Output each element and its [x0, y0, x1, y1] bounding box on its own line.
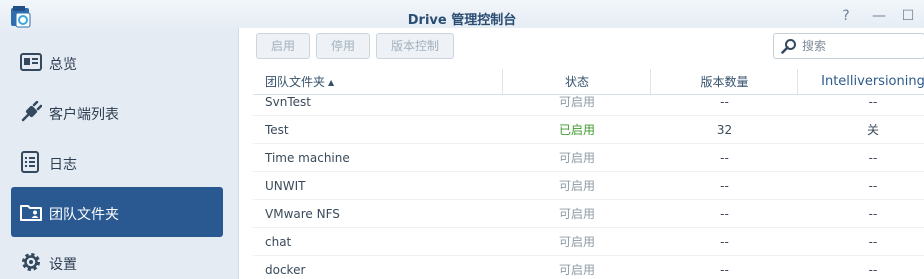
table-row[interactable]: chat 可启用 -- --: [253, 228, 924, 256]
column-header-team-folder[interactable]: 团队文件夹 ▲: [265, 69, 334, 95]
cell-intelliversioning: --: [868, 207, 878, 221]
cell-version-count: --: [720, 151, 729, 165]
cell-folder-name: Test: [265, 123, 289, 137]
team-folder-icon: [20, 205, 42, 221]
sidebar-item-settings[interactable]: 设置: [11, 237, 223, 279]
overview-card-icon: [20, 53, 42, 71]
cell-intelliversioning: --: [868, 179, 878, 193]
cell-status: 可启用: [558, 207, 595, 221]
cell-intelliversioning: 关: [866, 123, 879, 137]
sidebar-item-label: 团队文件夹: [49, 207, 119, 223]
cell-status: 可启用: [558, 179, 595, 193]
cell-status: 可启用: [558, 235, 595, 249]
sidebar-item-overview[interactable]: 总览: [11, 37, 223, 87]
version-control-button[interactable]: 版本控制: [376, 33, 454, 59]
sidebar-item-client-list[interactable]: 客户端列表: [11, 87, 223, 137]
maximize-icon[interactable]: ☐: [898, 6, 918, 26]
cell-intelliversioning: --: [868, 235, 878, 249]
window-title: Drive 管理控制台: [407, 13, 517, 28]
cell-version-count: --: [720, 207, 729, 221]
table-row[interactable]: VMware NFS 可启用 -- --: [253, 200, 924, 228]
cell-intelliversioning: --: [868, 95, 878, 109]
sidebar-item-log[interactable]: 日志: [11, 137, 223, 187]
sort-ascending-icon: ▲: [328, 78, 335, 87]
minimize-icon[interactable]: —: [869, 6, 889, 26]
cell-intelliversioning: --: [868, 151, 878, 165]
cell-status: 可启用: [558, 151, 595, 165]
cell-version-count: --: [720, 235, 729, 249]
sidebar-item-label: 总览: [49, 57, 77, 73]
cell-version-count: --: [720, 179, 729, 193]
column-header-intelliversioning[interactable]: Intelliversioning: [798, 69, 924, 95]
cell-version-count: --: [720, 95, 729, 109]
sidebar-item-label: 日志: [49, 157, 77, 173]
cell-folder-name: VMware NFS: [265, 207, 340, 221]
cell-folder-name: docker: [265, 263, 306, 277]
cell-intelliversioning: --: [868, 263, 878, 277]
cell-folder-name: SvnTest: [265, 95, 311, 109]
sidebar: 总览 客户端列表 日志 团队文件夹 设置: [0, 34, 236, 279]
sidebar-item-label: 客户端列表: [49, 107, 119, 123]
table-row[interactable]: docker 可启用 -- --: [253, 256, 924, 279]
column-header-label: 团队文件夹: [265, 75, 326, 89]
cell-version-count: --: [720, 263, 729, 277]
search-box[interactable]: [773, 33, 924, 59]
enable-button[interactable]: 启用: [256, 33, 310, 59]
table-row[interactable]: SvnTest 可启用 -- --: [253, 95, 924, 116]
main-panel: 启用 停用 版本控制 团队文件夹▲ 状态 版本数量 Intelliversion…: [238, 28, 924, 279]
table-row[interactable]: Test 已启用 32 关: [253, 116, 924, 144]
cell-status: 已启用: [558, 123, 595, 137]
help-icon[interactable]: ?: [836, 6, 856, 26]
sidebar-item-team-folder[interactable]: 团队文件夹: [11, 187, 223, 237]
cell-status: 可启用: [558, 95, 595, 109]
cell-folder-name: Time machine: [265, 151, 350, 165]
cell-folder-name: chat: [265, 235, 292, 249]
log-list-icon: [21, 151, 39, 173]
table-header: 团队文件夹 ▲ 状态 版本数量 Intelliversioning: [253, 69, 924, 95]
table-row[interactable]: UNWIT 可启用 -- --: [253, 172, 924, 200]
disable-button[interactable]: 停用: [316, 33, 370, 59]
column-header-status[interactable]: 状态: [503, 69, 651, 95]
table-row[interactable]: Time machine 可启用 -- --: [253, 144, 924, 172]
search-input[interactable]: [802, 37, 920, 55]
gear-icon: [22, 253, 40, 271]
sidebar-item-label: 设置: [49, 257, 77, 273]
cell-version-count: 32: [716, 123, 733, 137]
cell-status: 可启用: [558, 263, 595, 277]
column-header-versions[interactable]: 版本数量: [651, 69, 798, 95]
table-body: SvnTest 可启用 -- -- Test 已启用 32 关 Time machine 可启用 -…: [253, 95, 924, 279]
cell-folder-name: UNWIT: [265, 179, 306, 193]
search-icon: [781, 39, 796, 54]
plug-icon: [21, 101, 42, 122]
